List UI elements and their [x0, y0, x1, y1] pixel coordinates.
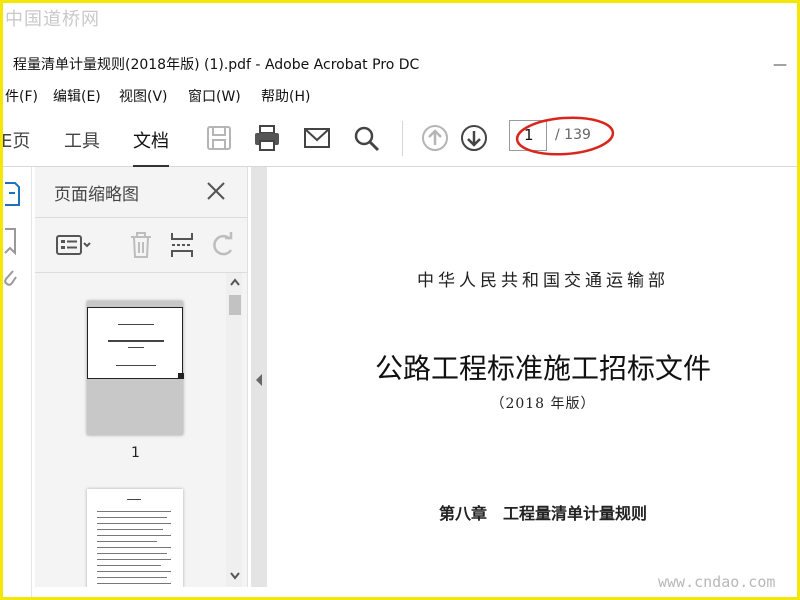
window-title: 程量清单计量规则(2018年版) (1).pdf - Adobe Acrobat…: [13, 57, 420, 73]
page-up-icon[interactable]: [420, 123, 450, 153]
panel-header: 页面缩略图: [35, 167, 247, 215]
doc-ministry: 中华人民共和国交通运输部: [417, 271, 669, 291]
menu-view[interactable]: 视图(V): [119, 86, 168, 106]
bookmark-nav-icon[interactable]: [3, 227, 17, 257]
thumbnail-scrollbar[interactable]: [226, 273, 242, 587]
thumbnail-page-2[interactable]: [87, 489, 183, 587]
scroll-down-icon[interactable]: [229, 571, 241, 581]
menu-edit[interactable]: 编辑(E): [53, 86, 101, 106]
menu-help[interactable]: 帮助(H): [261, 86, 310, 106]
watermark-logo: 中国道桥网: [5, 9, 100, 30]
viewport-resize-handle[interactable]: [178, 373, 184, 379]
panel-title: 页面缩略图: [54, 185, 139, 205]
minimize-button[interactable]: —: [773, 57, 787, 73]
menu-file[interactable]: 件(F): [5, 86, 38, 106]
close-icon[interactable]: [203, 178, 229, 204]
page-thumbnails-nav-icon[interactable]: [3, 181, 21, 211]
left-nav-strip: [3, 167, 32, 597]
panel-toolbar: [35, 217, 247, 273]
delete-icon[interactable]: [126, 230, 156, 260]
toolbar: E页 工具 文档: [3, 111, 797, 168]
insert-page-icon[interactable]: [168, 230, 198, 260]
tab-tools[interactable]: 工具: [64, 127, 100, 153]
doc-chapter: 第八章 工程量清单计量规则: [438, 504, 647, 523]
page-down-icon[interactable]: [459, 123, 489, 153]
panel-collapse-handle[interactable]: [251, 167, 267, 587]
thumbnail-page-1[interactable]: [87, 301, 184, 435]
search-icon[interactable]: [351, 123, 381, 153]
print-icon[interactable]: [252, 123, 282, 153]
thumbnail-page-label: 1: [131, 445, 140, 461]
menu-window[interactable]: 窗口(W): [188, 86, 241, 106]
title-bar: 程量清单计量规则(2018年版) (1).pdf - Adobe Acrobat…: [3, 49, 797, 77]
tab-document[interactable]: 文档: [133, 127, 169, 168]
collapse-left-icon[interactable]: [254, 373, 264, 387]
email-icon[interactable]: [302, 123, 332, 153]
scroll-up-icon[interactable]: [229, 277, 241, 287]
document-page: 中华人民共和国交通运输部 公路工程标准施工招标文件 （2018 年版） 第八章 …: [268, 167, 791, 587]
doc-title: 公路工程标准施工招标文件: [374, 352, 711, 385]
attachment-nav-icon[interactable]: [3, 267, 17, 293]
page-number-input[interactable]: 1: [509, 120, 547, 151]
tab-home[interactable]: E页: [3, 127, 30, 153]
thumbnail-list: 1: [35, 273, 225, 587]
scroll-thumb[interactable]: [229, 295, 241, 315]
page-total: / 139: [555, 127, 591, 143]
save-icon[interactable]: [204, 123, 234, 153]
screenshot-frame: 中国道桥网 程量清单计量规则(2018年版) (1).pdf - Adobe A…: [0, 0, 800, 600]
rotate-icon[interactable]: [209, 230, 239, 260]
thumbnail-viewport[interactable]: [87, 307, 183, 379]
menu-bar: 件(F) 编辑(E) 视图(V) 窗口(W) 帮助(H): [3, 83, 797, 107]
thumbnail-panel: 页面缩略图 1: [35, 167, 248, 587]
watermark-url: www.cndao.com: [658, 573, 776, 591]
doc-year: （2018 年版）: [490, 396, 596, 412]
thumbnail-options-icon[interactable]: [55, 230, 95, 260]
toolbar-separator: [402, 121, 403, 156]
